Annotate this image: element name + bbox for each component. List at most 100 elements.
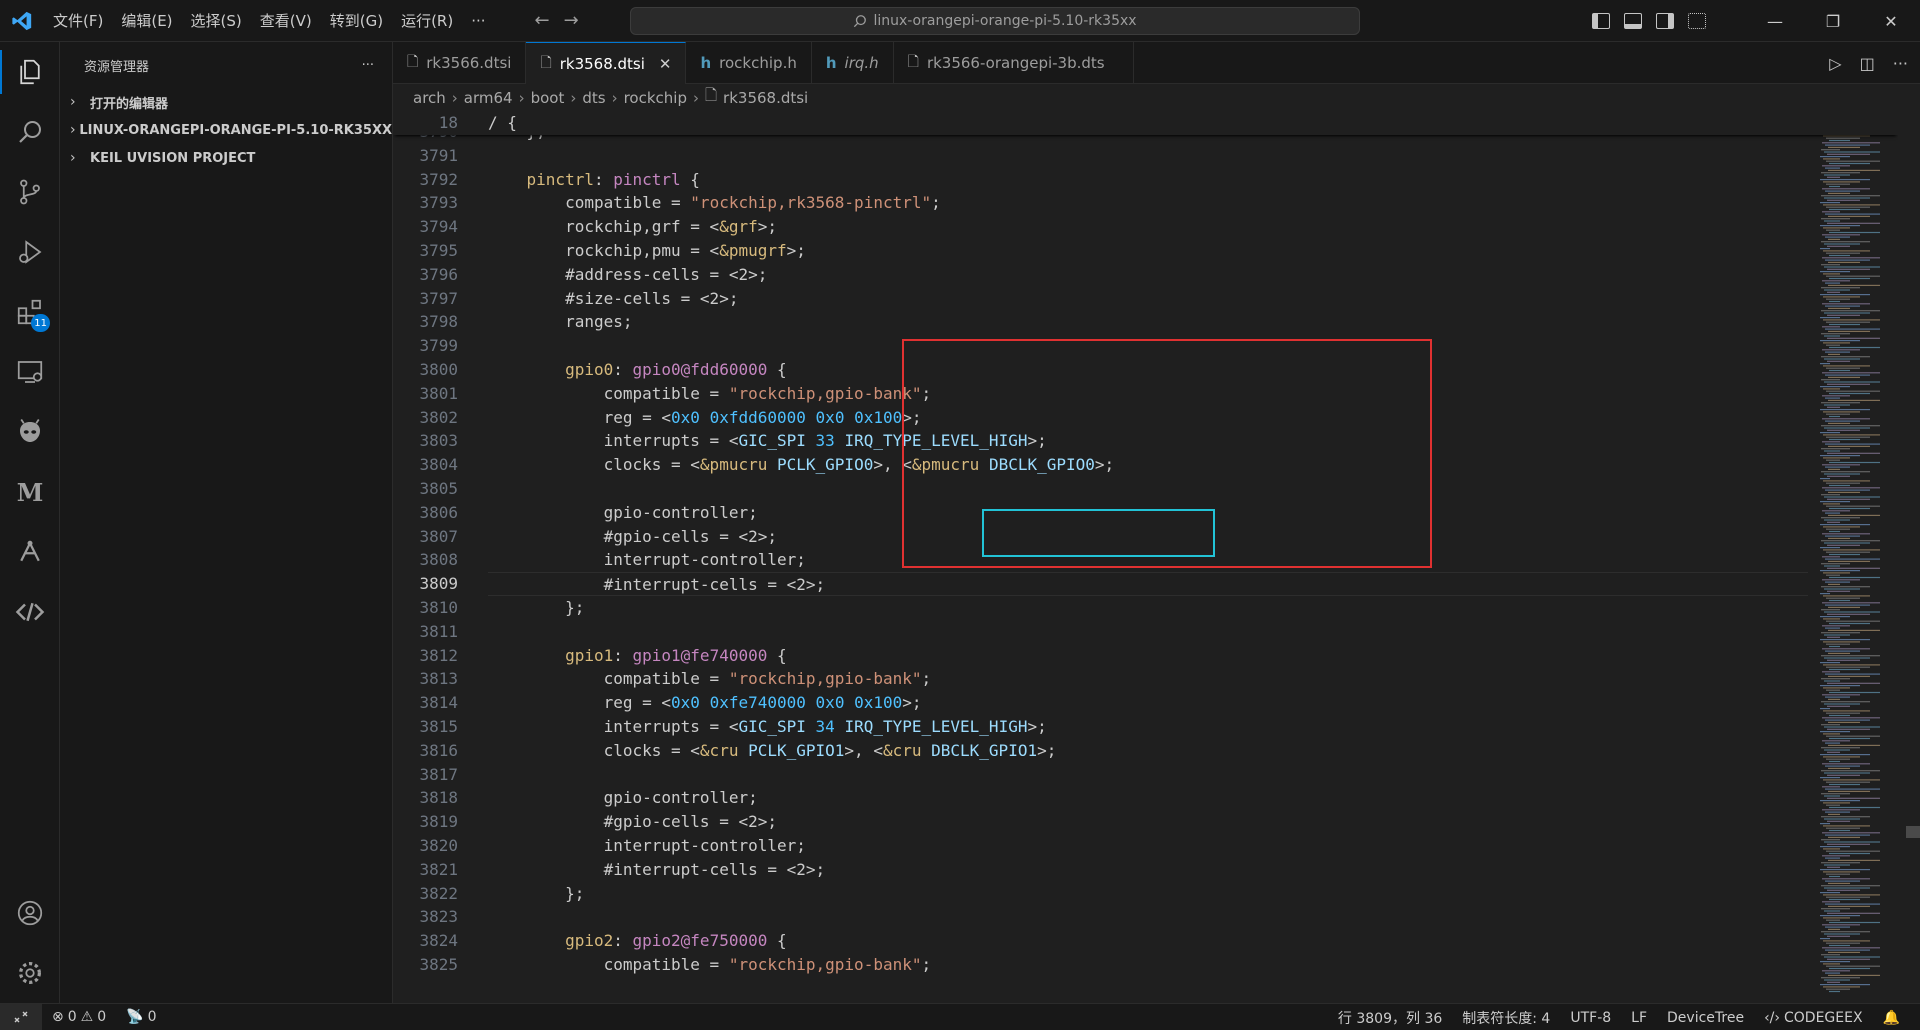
minimap-line (1827, 912, 1880, 914)
minimize-button[interactable]: — (1746, 0, 1804, 42)
ports-indicator[interactable]: 📡 0 (116, 1009, 166, 1025)
minimap-line (1820, 639, 1870, 641)
markdown-m-icon[interactable]: M (0, 462, 60, 522)
run-debug-icon[interactable] (0, 222, 60, 282)
toggle-primary-sidebar-icon[interactable] (1592, 13, 1610, 29)
minimap-line (1827, 268, 1870, 270)
minimap-line (1826, 574, 1840, 576)
search-icon[interactable] (0, 102, 60, 162)
minimap-line (1825, 857, 1840, 859)
alien-icon[interactable] (0, 402, 60, 462)
minimap[interactable] (1808, 111, 1920, 1003)
minimap-line (1820, 800, 1860, 802)
tab-rockchip-h[interactable]: h rockchip.h (686, 42, 812, 84)
breadcrumb-item[interactable]: rk3568.dtsi (723, 89, 808, 107)
minimap-line (1824, 220, 1840, 222)
minimap-line (1826, 298, 1850, 300)
vertical-scrollbar[interactable] (1906, 111, 1920, 1003)
minimap-line (1827, 659, 1860, 661)
encoding[interactable]: UTF-8 (1560, 1010, 1621, 1026)
section-open-editors[interactable]: › 打开的编辑器 (60, 88, 392, 116)
close-button[interactable]: ✕ (1862, 0, 1920, 42)
ai-icon[interactable] (0, 522, 60, 582)
extensions-badge: 11 (31, 314, 50, 332)
section-keil-project[interactable]: › KEIL UVISION PROJECT (60, 144, 392, 172)
menu-item[interactable]: 转到(G) (321, 0, 392, 42)
back-arrow-icon[interactable]: ← (535, 10, 550, 31)
minimap-line (1826, 528, 1850, 530)
source-control-icon[interactable] (0, 162, 60, 222)
minimap-line (1828, 951, 1860, 953)
tab-rk3568-dtsi[interactable]: 🗋 rk3568.dtsi ✕ (526, 42, 687, 84)
account-icon[interactable] (0, 883, 60, 943)
notifications-bell-icon[interactable]: 🔔 (1873, 1010, 1910, 1026)
more-actions-icon[interactable]: ··· (362, 58, 374, 73)
minimap-line (1821, 632, 1860, 634)
cursor-position[interactable]: 行 3809，列 36 (1328, 1008, 1452, 1028)
minimap-line (1825, 696, 1850, 698)
menu-item[interactable]: ··· (462, 0, 494, 42)
scrollbar-thumb[interactable] (1906, 826, 1920, 838)
minimap-line (1826, 160, 1880, 162)
cyan-highlight-box (982, 509, 1215, 557)
minimap-line (1825, 328, 1880, 330)
minimap-line (1829, 507, 1870, 510)
menu-item[interactable]: 编辑(E) (112, 0, 181, 42)
toggle-panel-icon[interactable] (1624, 13, 1642, 29)
minimap-line (1828, 491, 1860, 493)
command-center-search[interactable]: linux-orangepi-orange-pi-5.10-rk35xx (630, 7, 1360, 35)
minimap-line (1828, 238, 1840, 240)
tab-irq-h[interactable]: h irq.h (812, 42, 894, 84)
error-count: 0 (67, 1009, 77, 1025)
breadcrumb-item[interactable]: boot (531, 89, 565, 107)
menu-item[interactable]: 选择(S) (182, 0, 251, 42)
minimap-line (1825, 949, 1870, 951)
run-icon[interactable]: ▷ (1829, 54, 1841, 73)
code-icon[interactable] (0, 582, 60, 642)
close-tab-icon[interactable]: ✕ (659, 55, 672, 73)
remote-explorer-icon[interactable] (0, 342, 60, 402)
tab-rk3566-dtsi[interactable]: 🗋 rk3566.dtsi (393, 42, 527, 84)
minimap-line (1825, 650, 1860, 652)
minimap-line (1820, 984, 1870, 986)
explorer-icon[interactable] (0, 42, 60, 102)
minimap-line (1821, 425, 1880, 427)
tab-label: rockchip.h (719, 54, 797, 72)
minimap-line (1820, 501, 1850, 503)
section-workspace-folder[interactable]: › LINUX-ORANGEPI-ORANGE-PI-5.10-RK35XX (60, 116, 392, 144)
breadcrumb-item[interactable]: arm64 (464, 89, 513, 107)
menu-item[interactable]: 查看(V) (251, 0, 321, 42)
status-bar: ⊗ 0 ⚠ 0 📡 0 行 3809，列 36 制表符长度: 4 UTF-8 L… (0, 1003, 1920, 1030)
remote-indicator-icon[interactable] (0, 1003, 42, 1030)
menu-item[interactable]: 运行(R) (392, 0, 462, 42)
problems-indicator[interactable]: ⊗ 0 ⚠ 0 (42, 1009, 116, 1025)
extensions-icon[interactable]: 11 (0, 282, 60, 342)
split-editor-icon[interactable]: ◫ (1860, 54, 1875, 73)
line-number: 3792 (419, 169, 458, 189)
minimap-line (1821, 540, 1880, 542)
tab-rk3566-orangepi-3b-dts[interactable]: 🗋 rk3566-orangepi-3b.dts (894, 42, 1134, 84)
minimap-line (1827, 521, 1840, 523)
breadcrumb-item[interactable]: rockchip (624, 89, 687, 107)
minimap-line (1823, 181, 1860, 183)
status-right: 行 3809，列 36 制表符长度: 4 UTF-8 LF DeviceTree… (1328, 1004, 1910, 1030)
language-mode[interactable]: DeviceTree (1657, 1010, 1754, 1026)
codegeex-status[interactable]: ‹/› CODEGEEX (1754, 1010, 1872, 1026)
tab-size[interactable]: 制表符长度: 4 (1452, 1008, 1560, 1028)
sticky-scroll[interactable]: 18 / { (393, 111, 1898, 135)
toggle-secondary-sidebar-icon[interactable] (1656, 13, 1674, 29)
minimap-line (1825, 466, 1850, 468)
code-line: #gpio-cells = <2>; (488, 812, 777, 832)
restore-button[interactable]: ❐ (1804, 0, 1862, 42)
end-of-line[interactable]: LF (1621, 1010, 1657, 1026)
customize-layout-icon[interactable] (1688, 13, 1706, 29)
minimap-line (1828, 399, 1880, 401)
more-actions-icon[interactable]: ··· (1893, 54, 1908, 73)
settings-gear-icon[interactable] (0, 943, 60, 1003)
menu-item[interactable]: 文件(F) (44, 0, 112, 42)
minimap-line (1826, 367, 1860, 369)
breadcrumb-item[interactable]: arch (413, 89, 446, 107)
breadcrumb-item[interactable]: dts (582, 89, 605, 107)
tab-label: irq.h (844, 54, 879, 72)
forward-arrow-icon[interactable]: → (564, 10, 579, 31)
